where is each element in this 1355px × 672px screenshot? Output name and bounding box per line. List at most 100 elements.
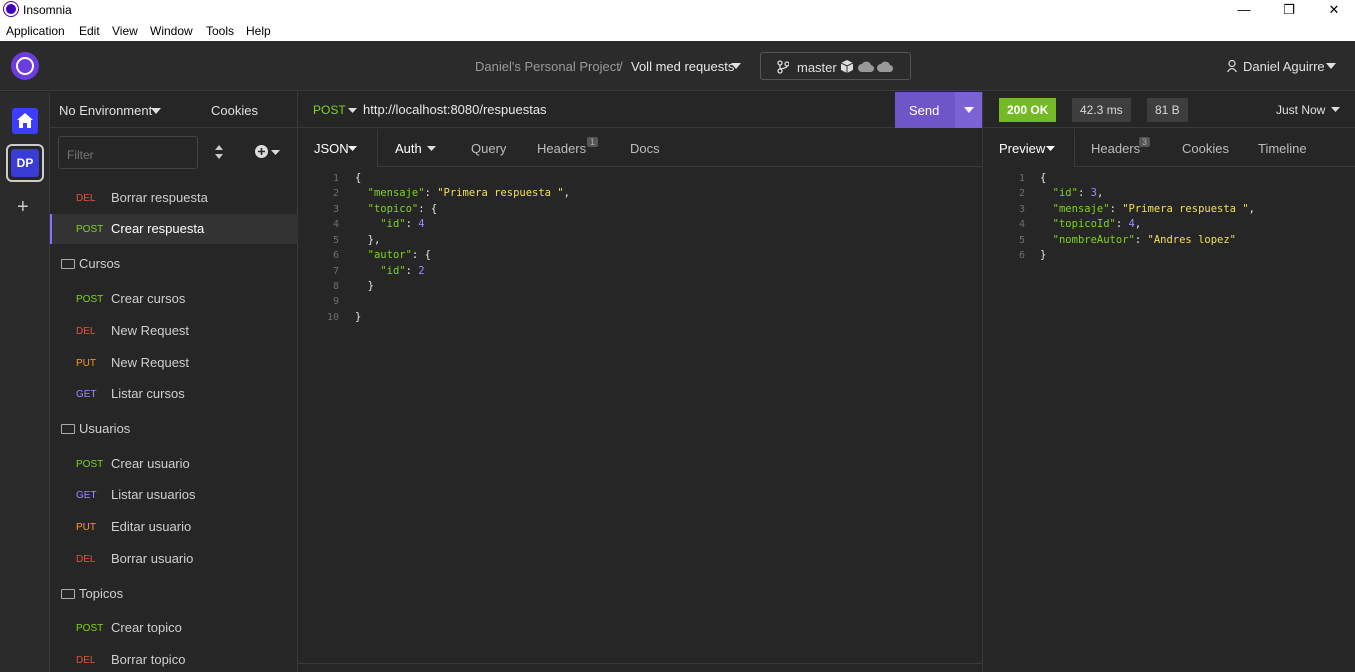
environment-bar: No Environment Cookies — [50, 92, 298, 128]
home-button[interactable] — [12, 108, 38, 134]
tab-cookies[interactable]: Cookies — [1182, 141, 1229, 156]
line-number: 7 — [332, 266, 339, 277]
code-line: "nombreAutor": "Andres lopez" — [1052, 234, 1237, 246]
user-icon — [1227, 60, 1237, 72]
chevron-down-icon[interactable] — [348, 108, 357, 113]
request-item-active[interactable]: POST Crear respuesta — [50, 214, 298, 244]
send-button[interactable]: Send — [895, 92, 983, 128]
response-history-selector[interactable]: Just Now — [1276, 103, 1325, 117]
maximize-button[interactable]: ❐ — [1266, 0, 1312, 20]
line-number: 10 — [326, 312, 339, 323]
code-line: "mensaje": "Primera respuesta ", — [367, 187, 570, 199]
tab-auth[interactable]: Auth — [395, 141, 422, 156]
home-icon — [17, 113, 33, 128]
code-line: }, — [355, 234, 381, 246]
response-time-badge: 42.3 ms — [1072, 98, 1131, 122]
chevron-down-icon[interactable] — [151, 108, 161, 114]
method-badge: POST — [76, 224, 104, 235]
request-name: Crear usuario — [111, 456, 190, 471]
cloud-download-icon[interactable] — [858, 61, 874, 72]
request-item[interactable]: POST Crear topico — [50, 613, 298, 643]
filter-input[interactable]: Filter — [58, 136, 198, 169]
menu-window[interactable]: Window — [150, 24, 193, 38]
code-line: "id": 4 — [380, 218, 425, 230]
method-selector[interactable]: POST — [313, 103, 346, 117]
tab-query[interactable]: Query — [471, 141, 506, 156]
request-body-editor[interactable]: 1 2 3 4 5 6 7 8 9 10 { "mensaje": "Prime… — [298, 168, 982, 664]
insomnia-logo[interactable] — [11, 52, 39, 80]
chevron-down-icon[interactable] — [1331, 107, 1340, 112]
folder-item[interactable]: Usuarios — [50, 414, 298, 444]
insomnia-app-icon — [4, 2, 18, 16]
code-line: "id": 2 — [380, 265, 425, 277]
sort-icon[interactable] — [215, 145, 223, 159]
url-input[interactable]: http://localhost:8080/respuestas — [363, 102, 547, 117]
branch-selector[interactable]: master — [760, 52, 911, 80]
menu-edit[interactable]: Edit — [79, 24, 100, 38]
method-badge: DEL — [76, 326, 96, 337]
status-badge: 200 OK — [999, 98, 1057, 122]
menu-tools[interactable]: Tools — [206, 24, 234, 38]
tab-docs[interactable]: Docs — [630, 141, 660, 156]
menu-application[interactable]: Application — [6, 24, 65, 38]
folder-name: Cursos — [79, 256, 121, 271]
request-item[interactable]: GET Listar usuarios — [50, 480, 298, 510]
chevron-down-icon[interactable] — [271, 150, 280, 155]
request-name: Editar usuario — [111, 519, 192, 534]
request-item[interactable]: DEL Borrar usuario — [50, 544, 298, 574]
method-badge: DEL — [76, 554, 96, 565]
line-number: 1 — [332, 173, 339, 184]
response-body-viewer[interactable]: 1 2 3 4 5 6 { "id": 3, "mensaje": "Prime… — [983, 168, 1355, 668]
line-number: 1 — [1018, 173, 1025, 184]
response-tabs: Preview Headers 3 Cookies Timeline — [983, 129, 1355, 167]
menu-view[interactable]: View — [112, 24, 138, 38]
folder-item[interactable]: Cursos — [50, 249, 298, 279]
breadcrumb-project[interactable]: Daniel's Personal Project — [475, 59, 620, 74]
cloud-upload-icon[interactable] — [877, 61, 893, 72]
request-name: Borrar topico — [111, 652, 186, 667]
minimize-button[interactable]: — — [1221, 0, 1267, 20]
chevron-down-icon[interactable] — [427, 146, 436, 151]
request-name: Listar cursos — [111, 386, 185, 401]
request-item[interactable]: PUT Editar usuario — [50, 512, 298, 542]
add-circle-icon[interactable] — [255, 145, 268, 158]
close-button[interactable]: ✕ — [1311, 0, 1355, 20]
request-item[interactable]: POST Crear cursos — [50, 284, 298, 314]
request-item[interactable]: DEL Borrar respuesta — [50, 183, 298, 213]
environment-selector[interactable]: No Environment — [59, 103, 152, 118]
add-workspace-button[interactable]: + — [17, 196, 29, 219]
request-name: Listar usuarios — [111, 487, 196, 502]
cookies-button[interactable]: Cookies — [211, 103, 258, 118]
request-item[interactable]: PUT New Request — [50, 348, 298, 378]
method-badge: POST — [76, 459, 104, 470]
code-line: } — [355, 280, 374, 292]
request-tabs: JSON Auth Query Headers 1 Docs — [298, 129, 982, 167]
chevron-down-icon[interactable] — [1326, 63, 1336, 69]
folder-item[interactable]: Topicos — [50, 579, 298, 609]
breadcrumb-collection[interactable]: Voll med requests — [631, 59, 734, 74]
menu-help[interactable]: Help — [246, 24, 271, 38]
chevron-down-icon[interactable] — [1046, 146, 1055, 151]
request-item[interactable]: POST Crear usuario — [50, 449, 298, 479]
cube-icon[interactable] — [841, 60, 853, 73]
tab-body[interactable]: JSON — [314, 141, 349, 156]
folder-name: Topicos — [79, 586, 124, 601]
tab-headers[interactable]: Headers — [1091, 141, 1140, 156]
user-name[interactable]: Daniel Aguirre — [1243, 59, 1325, 74]
chevron-down-icon[interactable] — [348, 146, 357, 151]
app-header: Daniel's Personal Project / Voll med req… — [0, 41, 1355, 91]
chevron-down-icon[interactable] — [731, 63, 741, 69]
request-item[interactable]: GET Listar cursos — [50, 379, 298, 409]
workspace-avatar[interactable]: DP — [6, 144, 44, 182]
request-item[interactable]: DEL Borrar topico — [50, 645, 298, 672]
folder-icon — [61, 259, 75, 269]
request-item[interactable]: DEL New Request — [50, 316, 298, 346]
tab-timeline[interactable]: Timeline — [1258, 141, 1307, 156]
tab-headers[interactable]: Headers — [537, 141, 586, 156]
code-line: "autor": { — [367, 249, 431, 261]
line-number: 2 — [1018, 188, 1025, 199]
sidebar: No Environment Cookies Filter DEL Borrar… — [50, 92, 298, 672]
tab-preview[interactable]: Preview — [999, 141, 1045, 156]
request-name: Borrar usuario — [111, 551, 194, 566]
send-options-button[interactable] — [955, 92, 983, 128]
